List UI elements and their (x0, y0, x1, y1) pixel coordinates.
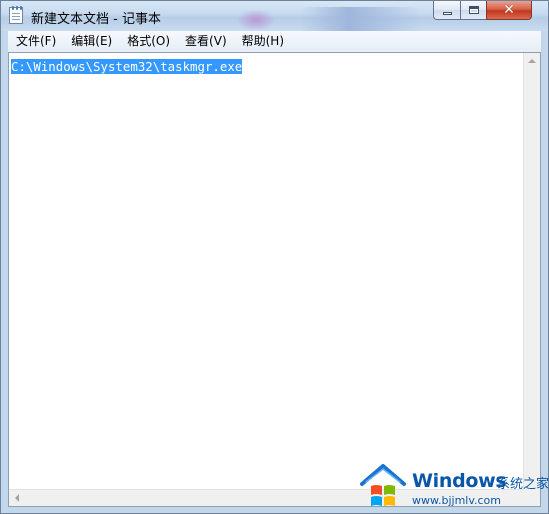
selected-text[interactable]: C:\Windows\System32\taskmgr.exe (11, 59, 243, 74)
windows-house-logo-icon (360, 464, 406, 506)
menu-help[interactable]: 帮助(H) (234, 31, 291, 52)
vertical-scrollbar[interactable] (523, 53, 540, 491)
notepad-ring-icon (20, 6, 22, 10)
site-watermark: Windows 系统之家 www.bjjmlv.com (352, 458, 549, 512)
menu-view[interactable]: 查看(V) (177, 31, 234, 52)
window-title: 新建文本文档 - 记事本 (31, 12, 161, 27)
text-editor-area[interactable]: C:\Windows\System32\taskmgr.exe (8, 52, 541, 507)
watermark-url: www.bjjmlv.com (412, 494, 501, 507)
minimize-button[interactable] (433, 1, 461, 20)
close-icon: ✕ (503, 2, 515, 18)
watermark-brand: Windows (412, 470, 507, 492)
menu-edit[interactable]: 编辑(E) (63, 31, 119, 52)
scroll-up-arrow-icon[interactable] (528, 59, 536, 63)
close-button[interactable]: ✕ (486, 1, 532, 20)
notepad-ring-icon (16, 6, 18, 10)
menu-bar: 文件(F) 编辑(E) 格式(O) 查看(V) 帮助(H) (8, 31, 541, 52)
title-bar[interactable]: 新建文本文档 - 记事本 ✕ (1, 1, 548, 31)
maximize-button[interactable] (460, 1, 487, 20)
menu-file[interactable]: 文件(F) (8, 31, 63, 52)
scroll-left-arrow-icon[interactable] (15, 494, 19, 502)
notepad-icon[interactable] (9, 6, 23, 24)
notepad-window: 新建文本文档 - 记事本 ✕ 文件(F) 编辑(E) 格式(O) 查看(V) 帮… (0, 0, 549, 514)
text-line[interactable]: C:\Windows\System32\taskmgr.exe (11, 58, 243, 75)
menu-format[interactable]: 格式(O) (119, 31, 177, 52)
watermark-site-name: 系统之家 (497, 477, 549, 492)
titlebar-glass-blob (236, 9, 276, 31)
minimize-icon (442, 11, 452, 15)
notepad-ring-icon (12, 6, 14, 10)
titlebar-glass-blob (301, 7, 421, 31)
maximize-icon (468, 6, 479, 14)
